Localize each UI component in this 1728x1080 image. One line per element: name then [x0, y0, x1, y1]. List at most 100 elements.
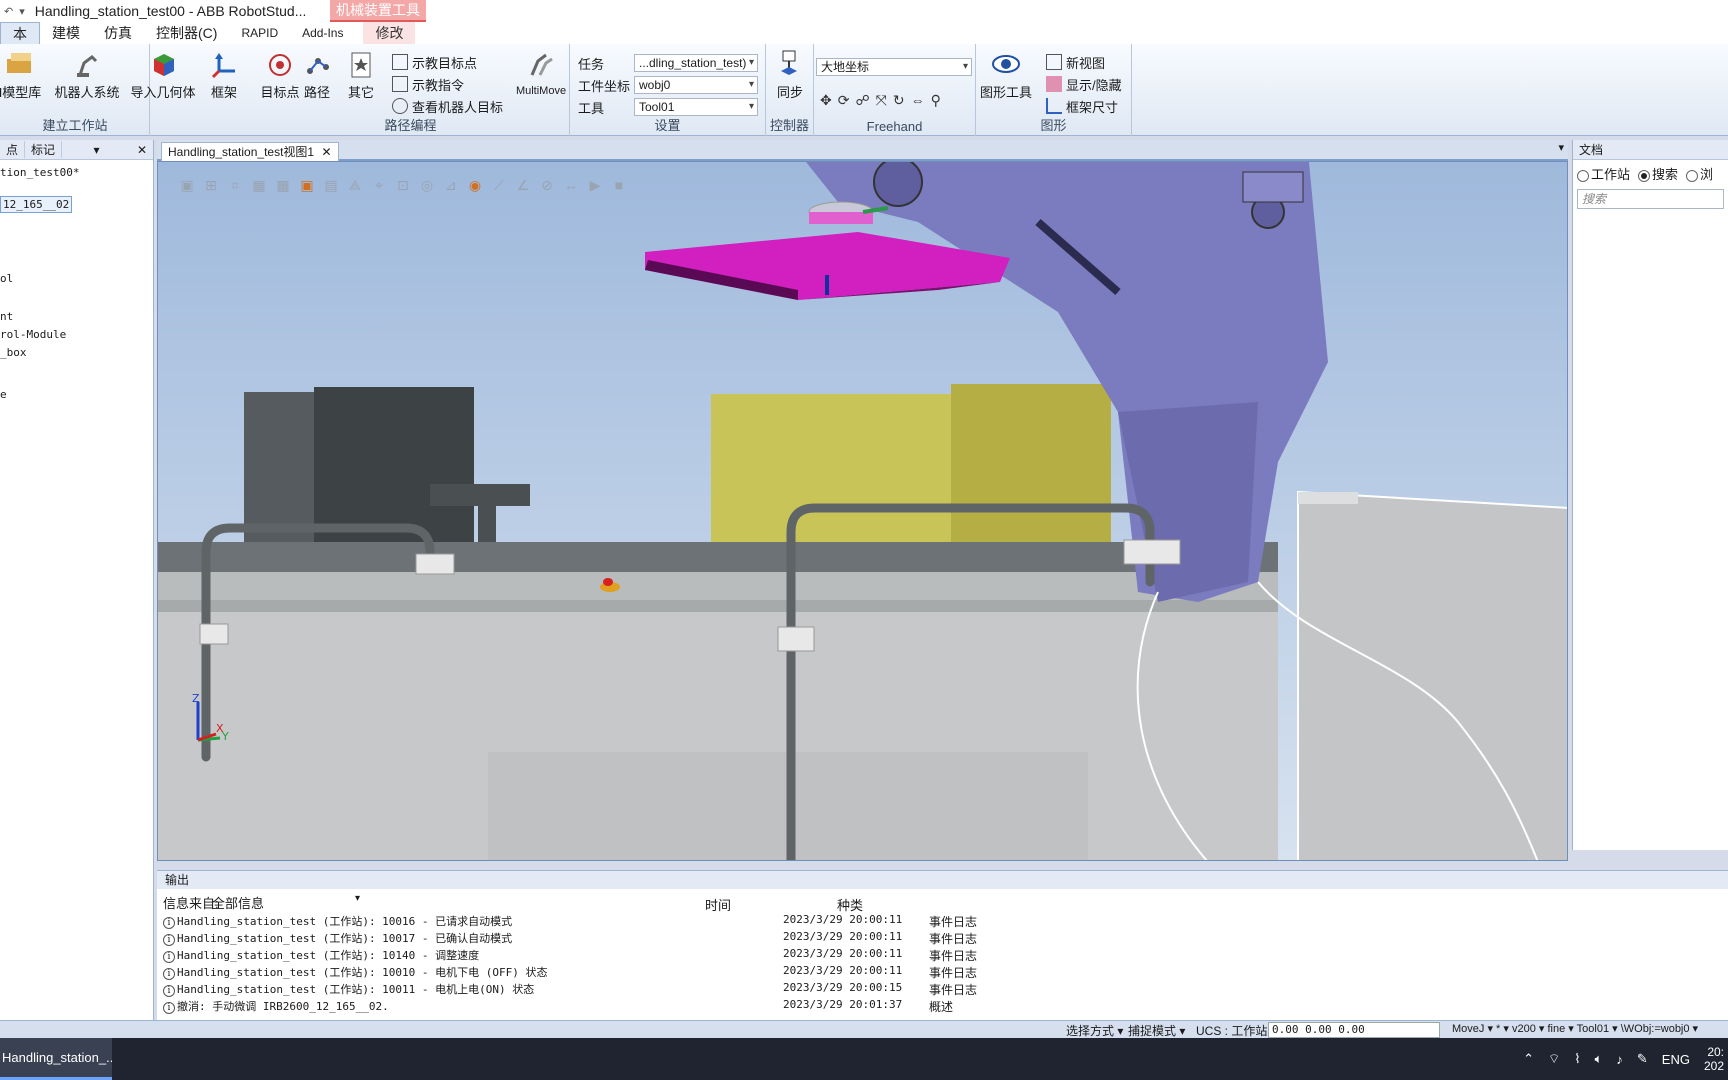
close-icon[interactable]: ✕: [321, 145, 331, 159]
tab-controller[interactable]: 控制器(C): [144, 22, 229, 44]
volume-icon[interactable]: 🔈︎: [1595, 1051, 1603, 1067]
robot-system-icon: [71, 48, 103, 80]
select-target-icon[interactable]: ⌖: [370, 176, 388, 194]
jog-joint-icon[interactable]: ☍: [855, 92, 869, 109]
rotate-icon[interactable]: ⟳: [838, 92, 850, 109]
snap-center-icon[interactable]: ◎: [418, 176, 436, 194]
output-filter-select[interactable]: 全部信息: [212, 893, 362, 911]
pen-icon[interactable]: ✎: [1637, 1051, 1648, 1067]
3d-viewport[interactable]: Z Y X ▣ ⊞ ⌗ ▦ ▩ ▣ ▤ ⟁ ⌖ ⊡ ◎ ⊿ ◉ ⟋ ∠ ⊘ ↔ …: [157, 161, 1568, 861]
snap-edge-icon[interactable]: ⊿: [442, 176, 460, 194]
model-library-button[interactable]: I模型库: [0, 48, 50, 101]
quick-access-dropdown-icon[interactable]: ▾: [19, 5, 25, 18]
simulation-play-icon[interactable]: ▶: [586, 176, 604, 194]
select-mode-dropdown[interactable]: 选择方式 ▾: [1066, 1022, 1123, 1039]
task-select[interactable]: ...dling_station_test): [634, 54, 758, 72]
select-surface-icon[interactable]: ▦: [250, 176, 268, 194]
viewport-tab[interactable]: Handling_station_test视图1 ✕: [161, 142, 339, 161]
tab-modify[interactable]: 修改: [363, 22, 416, 44]
tree-item-component[interactable]: nt: [0, 310, 13, 323]
radio-search-indicator[interactable]: [1638, 169, 1651, 182]
simulation-stop-icon[interactable]: ■: [610, 176, 628, 194]
tab-home[interactable]: 本: [0, 22, 40, 44]
network-icon[interactable]: ⌔: [1548, 1051, 1560, 1067]
view-all-icon[interactable]: ▣: [178, 176, 196, 194]
radio-station[interactable]: 工作站: [1577, 164, 1630, 183]
measure-diameter-icon[interactable]: ⊘: [538, 176, 556, 194]
panel-menu-icon[interactable]: ▾: [87, 143, 105, 157]
log-row[interactable]: i 撤消: 手动微调 IRB2600_12_165__02. 2023/3/29 2…: [163, 998, 1163, 1015]
radio-browse[interactable]: 浏: [1686, 164, 1713, 183]
tree-item-robot[interactable]: 12_165__02: [0, 196, 73, 213]
tree-item-e[interactable]: e: [0, 388, 7, 401]
radio-search[interactable]: 搜索: [1638, 164, 1678, 183]
column-time[interactable]: 时间: [705, 895, 731, 914]
chevron-up-icon[interactable]: ⌃: [1523, 1051, 1534, 1067]
reference-frame-select[interactable]: 大地坐标: [816, 58, 972, 76]
microphone-icon[interactable]: ♪: [1616, 1052, 1623, 1067]
jog-reorient-icon[interactable]: ↻: [893, 92, 905, 109]
wobj-select[interactable]: wobj0: [634, 76, 758, 94]
wifi-icon[interactable]: ⌇: [1574, 1051, 1580, 1067]
tab-addins[interactable]: Add-Ins: [290, 22, 355, 44]
documents-search-input[interactable]: 搜索: [1577, 189, 1724, 209]
snap-mode-dropdown[interactable]: 捕捉模式 ▾: [1128, 1022, 1185, 1039]
tree-item-tool[interactable]: ol: [0, 272, 13, 285]
teach-target-button[interactable]: 示教目标点: [392, 52, 477, 72]
teach-instruction-button[interactable]: 示教指令: [392, 74, 464, 94]
instruction-template[interactable]: MoveJ ▾ * ▾ v200 ▾ fine ▾ Tool01 ▾ \WObj…: [1452, 1022, 1698, 1035]
measure-angle-icon[interactable]: ∠: [514, 176, 532, 194]
frame-button[interactable]: 框架: [196, 48, 252, 101]
log-row[interactable]: i Handling_station_test (工作站): 10017 - 已确…: [163, 930, 1163, 947]
log-row[interactable]: i Handling_station_test (工作站): 10140 - 调整…: [163, 947, 1163, 964]
log-row[interactable]: i Handling_station_test (工作站): 10016 - 已请…: [163, 913, 1163, 930]
frame-size-button[interactable]: 框架尺寸: [1046, 96, 1118, 116]
tab-rapid[interactable]: RAPID: [229, 22, 290, 44]
close-icon[interactable]: ✕: [131, 143, 153, 157]
select-curve-icon[interactable]: ⌗: [226, 176, 244, 194]
other-button[interactable]: 其它: [336, 48, 386, 101]
snap-icon[interactable]: ⚲: [931, 92, 941, 109]
tree-item-box[interactable]: _box: [0, 346, 27, 359]
multi-robot-jog-icon[interactable]: ⇔: [911, 92, 925, 108]
radio-browse-indicator[interactable]: [1686, 169, 1699, 182]
radio-station-indicator[interactable]: [1577, 169, 1589, 182]
import-geometry-button[interactable]: 导入几何体: [126, 48, 200, 101]
jog-linear-icon[interactable]: ⤧: [876, 92, 887, 109]
tab-modeling[interactable]: 建模: [40, 22, 92, 44]
select-part-icon[interactable]: ▣: [298, 176, 316, 194]
tree-item-station[interactable]: tion_test00*: [0, 166, 79, 179]
multimove-button[interactable]: MultiMove: [508, 48, 574, 97]
view-center-icon[interactable]: ⊞: [202, 176, 220, 194]
measure-distance-icon[interactable]: ↔: [562, 176, 580, 194]
tool-select[interactable]: Tool01: [634, 98, 758, 116]
clock[interactable]: 20: 202: [1704, 1045, 1724, 1073]
show-hide-button[interactable]: 显示/隐藏: [1046, 74, 1122, 94]
log-row[interactable]: i Handling_station_test (工作站): 10011 - 电机…: [163, 981, 1163, 998]
3d-scene[interactable]: Z Y X: [158, 162, 1568, 861]
view-robot-target-button[interactable]: 查看机器人目标: [392, 96, 503, 116]
sync-button[interactable]: 同步: [760, 48, 820, 101]
log-row[interactable]: i Handling_station_test (工作站): 10010 - 电机…: [163, 964, 1163, 981]
select-body-icon[interactable]: ▩: [274, 176, 292, 194]
snap-object-icon[interactable]: ⊡: [394, 176, 412, 194]
move-icon[interactable]: ✥: [820, 92, 832, 109]
tab-points[interactable]: 点: [0, 141, 26, 158]
column-kind[interactable]: 种类: [837, 895, 863, 914]
path-button[interactable]: 路径: [292, 48, 342, 101]
tab-tags[interactable]: 标记: [25, 141, 63, 158]
select-group-icon[interactable]: ▤: [322, 176, 340, 194]
graphics-tools-button[interactable]: 图形工具: [976, 48, 1036, 101]
tree-item-control-module[interactable]: rol-Module: [0, 328, 66, 341]
measure-point-icon[interactable]: ⟋: [490, 176, 508, 194]
viewport-menu-icon[interactable]: ▾: [1558, 141, 1564, 154]
new-view-button[interactable]: 新视图: [1046, 52, 1105, 72]
output-tab[interactable]: 输出: [157, 871, 1728, 889]
language-indicator[interactable]: ENG: [1662, 1052, 1690, 1067]
undo-icon[interactable]: ↶: [4, 5, 13, 18]
taskbar-app-robotstudio[interactable]: Handling_station_...: [0, 1038, 112, 1080]
robot-system-button[interactable]: 机器人系统: [52, 48, 122, 101]
snap-grid-icon[interactable]: ◉: [466, 176, 484, 194]
tab-simulation[interactable]: 仿真: [92, 22, 144, 44]
select-mechanism-icon[interactable]: ⟁: [346, 176, 364, 194]
